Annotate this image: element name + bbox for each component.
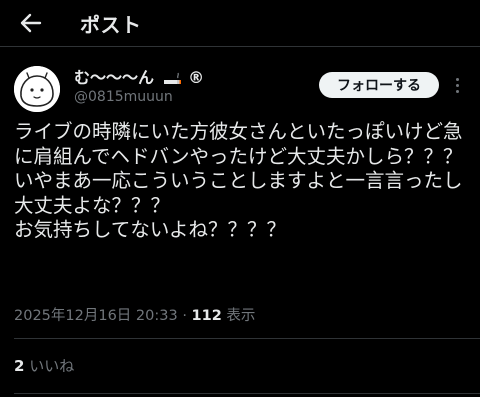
- views-label: 表示: [226, 308, 256, 324]
- cartoon-face-avatar-icon: [14, 66, 60, 112]
- display-name[interactable]: む〜〜〜ん ®: [74, 64, 204, 88]
- post-timestamp[interactable]: 2025年12月16日 20:33: [14, 308, 178, 324]
- views-count: 112: [191, 308, 222, 324]
- page-title: ポスト: [80, 13, 142, 37]
- post-meta: 2025年12月16日 20:33 · 112 表示: [14, 304, 255, 325]
- more-options-button[interactable]: [450, 74, 464, 96]
- cigarette-icon: [163, 72, 181, 84]
- likes-stat[interactable]: 2 いいね: [14, 355, 74, 376]
- more-vertical-icon: [455, 77, 459, 81]
- user-handle[interactable]: @0815muuun: [74, 89, 173, 105]
- avatar[interactable]: [14, 66, 60, 112]
- likes-label: いいね: [29, 357, 75, 375]
- divider: [14, 338, 480, 339]
- top-bar: ポスト: [0, 0, 480, 47]
- post-text: ライブの時隣にいた方彼女さんといたっぽいけど急に肩組んでヘドバンやったけど大丈夫…: [14, 120, 463, 241]
- likes-count: 2: [14, 357, 25, 375]
- follow-button[interactable]: フォローする: [319, 72, 439, 98]
- back-button[interactable]: [14, 7, 48, 39]
- registered-mark: ®: [188, 68, 205, 87]
- display-name-text: む〜〜〜ん: [74, 68, 155, 87]
- arrow-left-icon: [20, 13, 42, 33]
- divider: [14, 393, 480, 394]
- meta-separator: ·: [182, 308, 187, 324]
